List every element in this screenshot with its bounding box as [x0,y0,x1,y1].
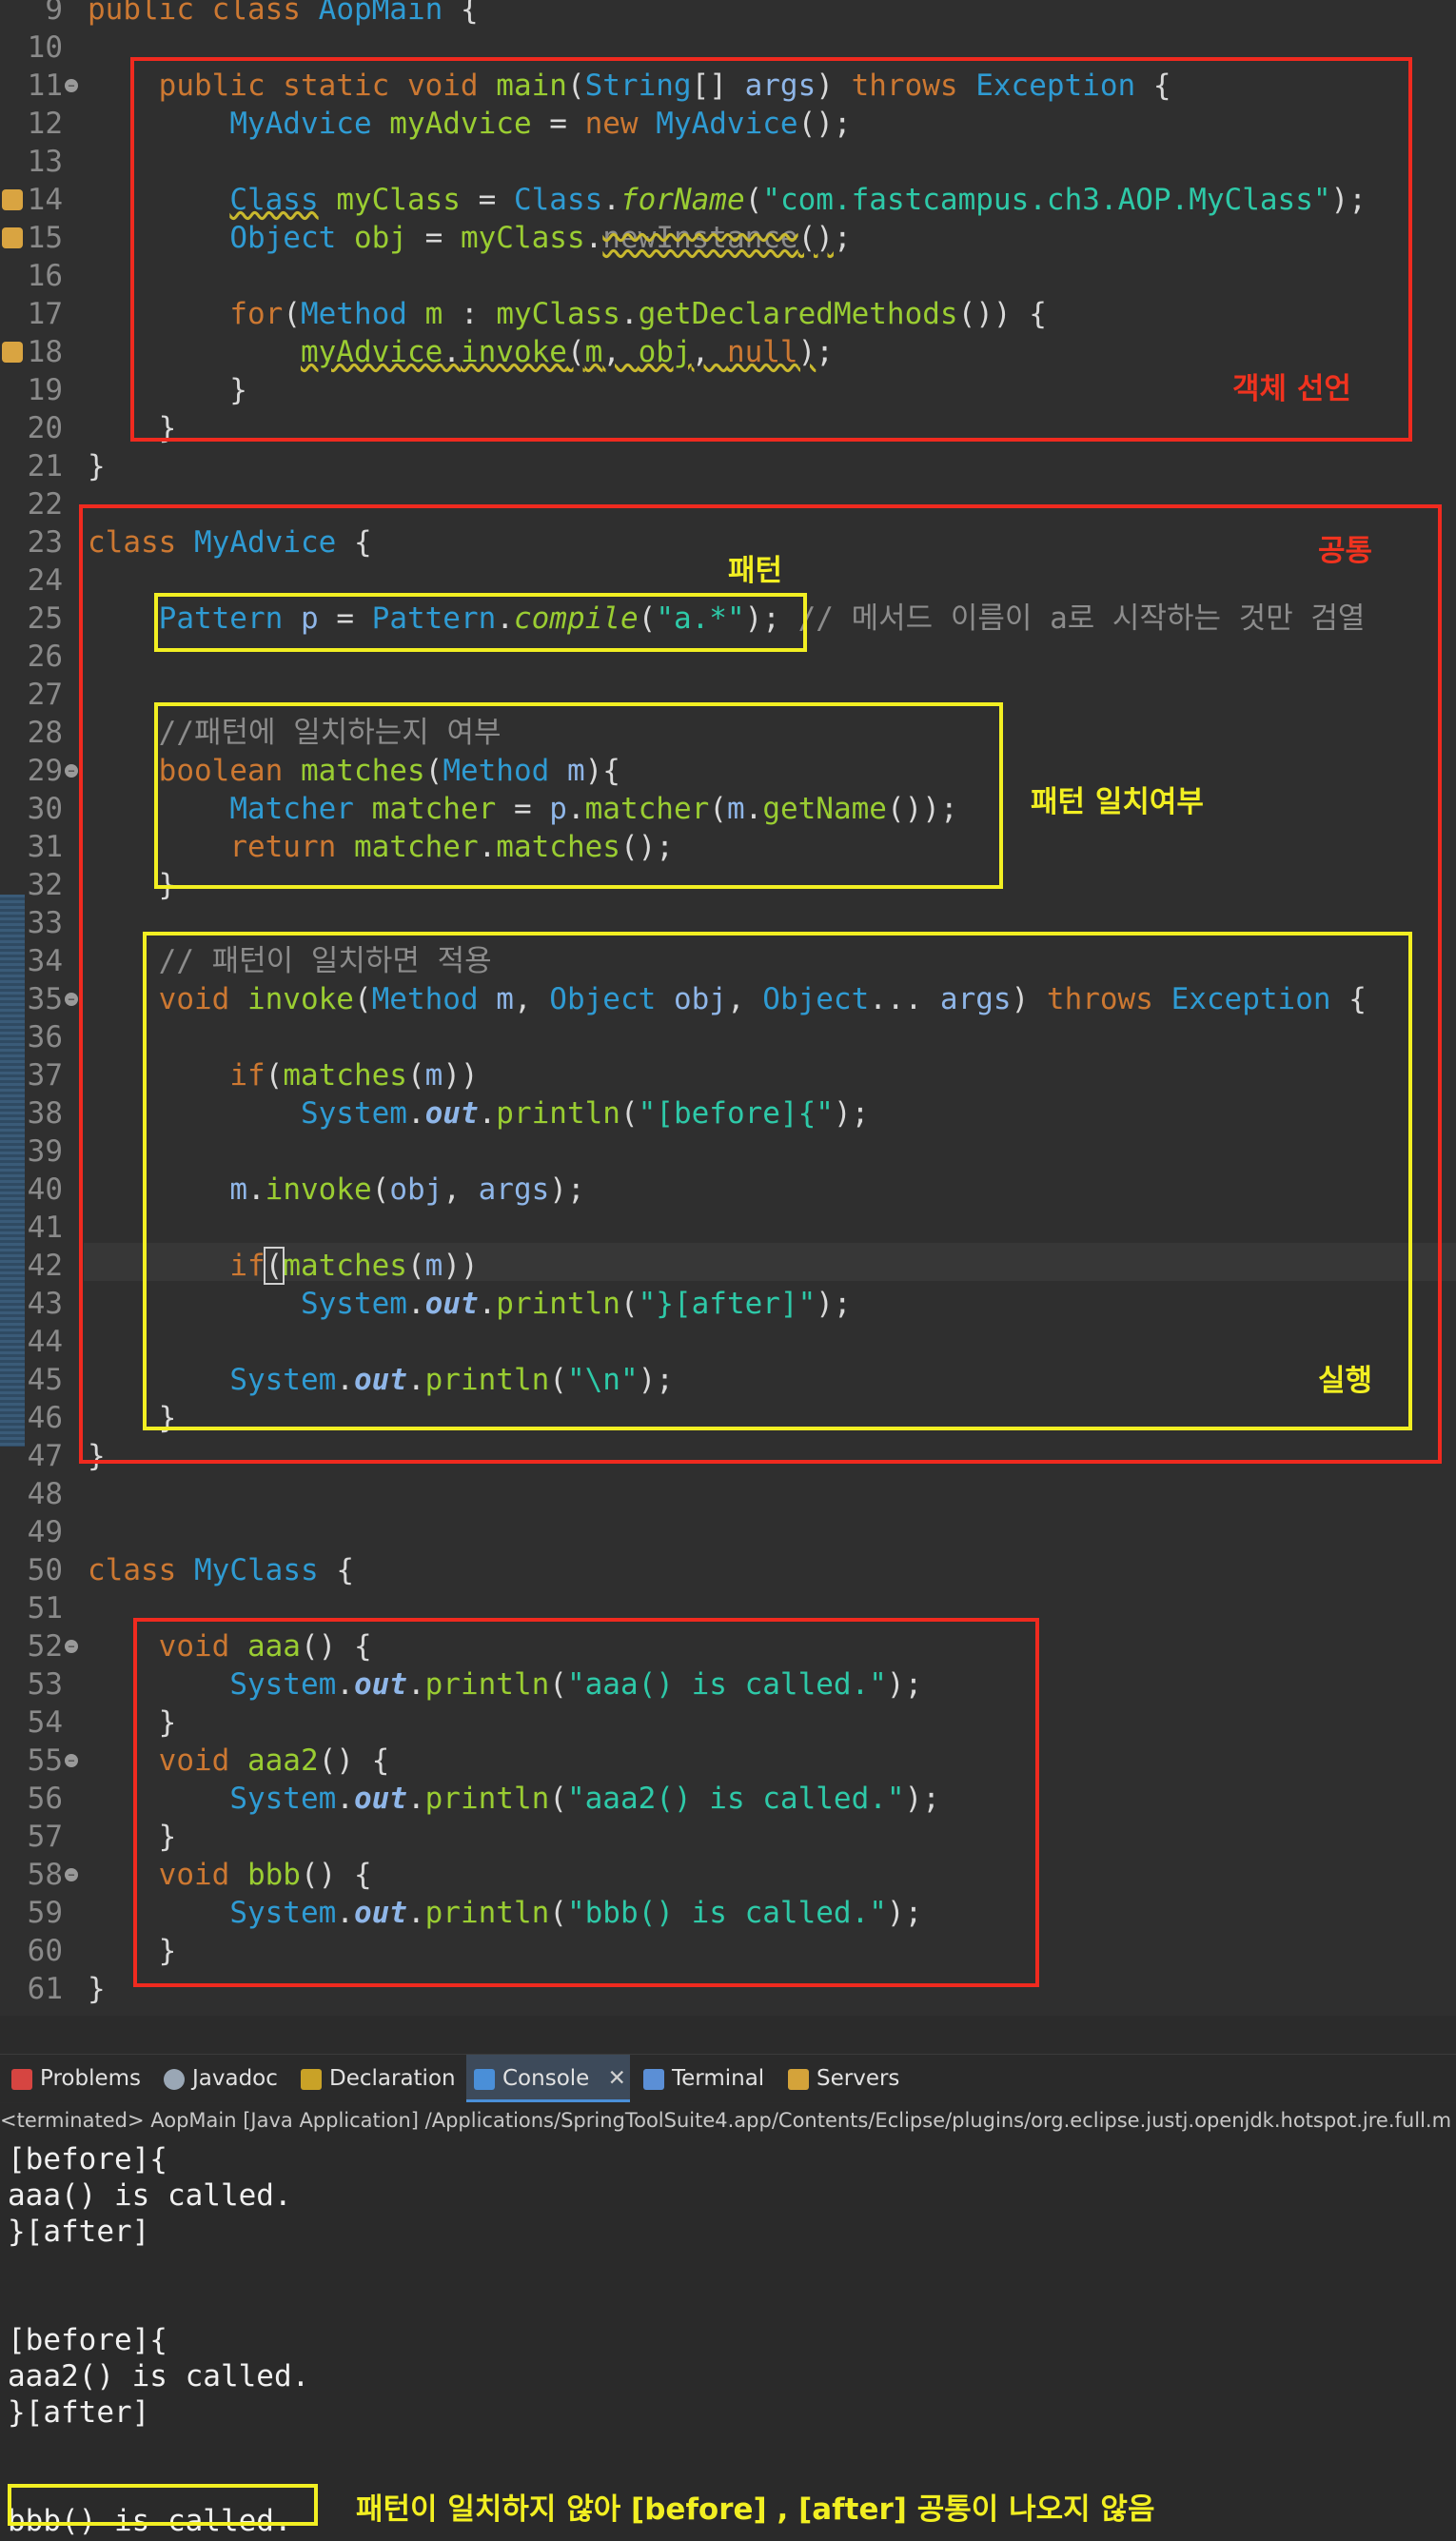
line-number: 9 [45,0,63,27]
line-number: 12 [27,107,63,141]
line-number: 24 [27,563,63,598]
execute-box [143,932,1412,1430]
tab-console[interactable]: Console ✕ [466,2055,630,2102]
declaration-icon [301,2068,322,2090]
line-number: 20 [27,411,63,445]
line-number: 56 [27,1782,63,1816]
tab-label: Declaration [329,2066,456,2091]
bottom-panel-tabs: Problems Javadoc Declaration Console ✕ T… [0,2054,1456,2102]
line-number: 31 [27,830,63,864]
fold-toggle-icon[interactable]: − [65,993,78,1006]
line-number: 59 [27,1896,63,1930]
line-number: 60 [27,1934,63,1968]
annotation-object-declaration: 객체 선언 [1232,372,1351,406]
annotation-common: 공통 [1318,534,1373,568]
pattern-match-box [154,702,1003,889]
line-number: 23 [27,525,63,560]
console-header: <terminated> AopMain [Java Application] … [0,2103,1456,2137]
code-line[interactable]: public class AopMain { [88,0,479,29]
servers-icon [788,2068,809,2090]
line-number: 17 [27,297,63,331]
annotation-pattern: 패턴 [728,554,783,588]
annotation-pattern-match: 패턴 일치여부 [1031,785,1204,819]
tab-javadoc[interactable]: Javadoc [164,2055,297,2102]
line-number: 25 [27,601,63,636]
tab-problems[interactable]: Problems [8,2055,154,2102]
tab-servers[interactable]: Servers [788,2055,921,2102]
line-number: 11 [27,69,63,103]
console-output[interactable]: [before]{aaa() is called.}[after] [before… [0,2137,1456,2541]
no-match-output-box [8,2484,318,2526]
line-number: 53 [27,1667,63,1702]
line-number: 16 [27,259,63,293]
code-editor[interactable]: 9 10 11−12 13 14 15 16 17 18 19 20 21 22 23 24 25 26 27 28… [0,0,1456,2016]
code-line[interactable]: } [88,1970,106,2008]
line-number: 26 [27,640,63,674]
warning-icon[interactable] [2,189,23,210]
line-number: 28 [27,716,63,750]
tab-terminal[interactable]: Terminal [643,2055,777,2102]
line-number: 50 [27,1553,63,1587]
line-number: 55 [27,1743,63,1778]
line-number: 22 [27,487,63,522]
javadoc-icon [164,2068,185,2090]
line-number: 57 [27,1820,63,1854]
fold-toggle-icon[interactable]: − [65,1640,78,1653]
console-line: aaa2() is called. [8,2359,310,2393]
line-number: 21 [27,449,63,483]
line-number: 52 [27,1629,63,1664]
tab-label: Terminal [672,2066,765,2091]
console-icon [474,2068,495,2090]
line-number: 27 [27,678,63,712]
fold-toggle-icon[interactable]: − [65,1754,78,1767]
problems-icon [11,2068,32,2090]
tab-label: Servers [817,2066,900,2091]
line-number: 30 [27,792,63,826]
annotation-console-note: 패턴이 일치하지 않아 [before] , [after] 공통이 나오지 않… [356,2492,1155,2527]
terminal-icon [643,2068,664,2090]
myclass-methods-box [133,1618,1039,1987]
line-number: 54 [27,1705,63,1740]
line-number: 19 [27,373,63,407]
tab-declaration[interactable]: Declaration [301,2055,462,2102]
console-line: aaa() is called. [8,2178,292,2213]
tab-label: Console [502,2066,590,2091]
line-number: 10 [27,30,63,65]
fold-toggle-icon[interactable]: − [65,1868,78,1881]
object-declaration-box [130,57,1412,442]
line-number: 48 [27,1477,63,1511]
console-line: [before]{ [8,2142,167,2177]
pattern-box [154,593,807,652]
tab-label: Javadoc [192,2066,278,2091]
warning-icon[interactable] [2,342,23,363]
annotation-execute: 실행 [1318,1364,1373,1398]
change-marker-strip [0,895,25,1447]
console-line: }[after] [8,2395,150,2430]
line-number: 13 [27,145,63,179]
console-line: [before]{ [8,2323,167,2357]
code-line[interactable]: class MyClass { [88,1551,354,1589]
line-number: 58 [27,1858,63,1892]
fold-toggle-icon[interactable]: − [65,79,78,92]
fold-toggle-icon[interactable]: − [65,764,78,778]
close-icon[interactable]: ✕ [608,2066,626,2091]
line-number: 29 [27,754,63,788]
warning-icon[interactable] [2,227,23,248]
tab-label: Problems [40,2066,142,2091]
console-line: }[after] [8,2215,150,2249]
line-number: 49 [27,1515,63,1549]
code-line[interactable]: } [88,447,106,485]
line-number: 51 [27,1591,63,1625]
line-number: 61 [27,1972,63,2006]
